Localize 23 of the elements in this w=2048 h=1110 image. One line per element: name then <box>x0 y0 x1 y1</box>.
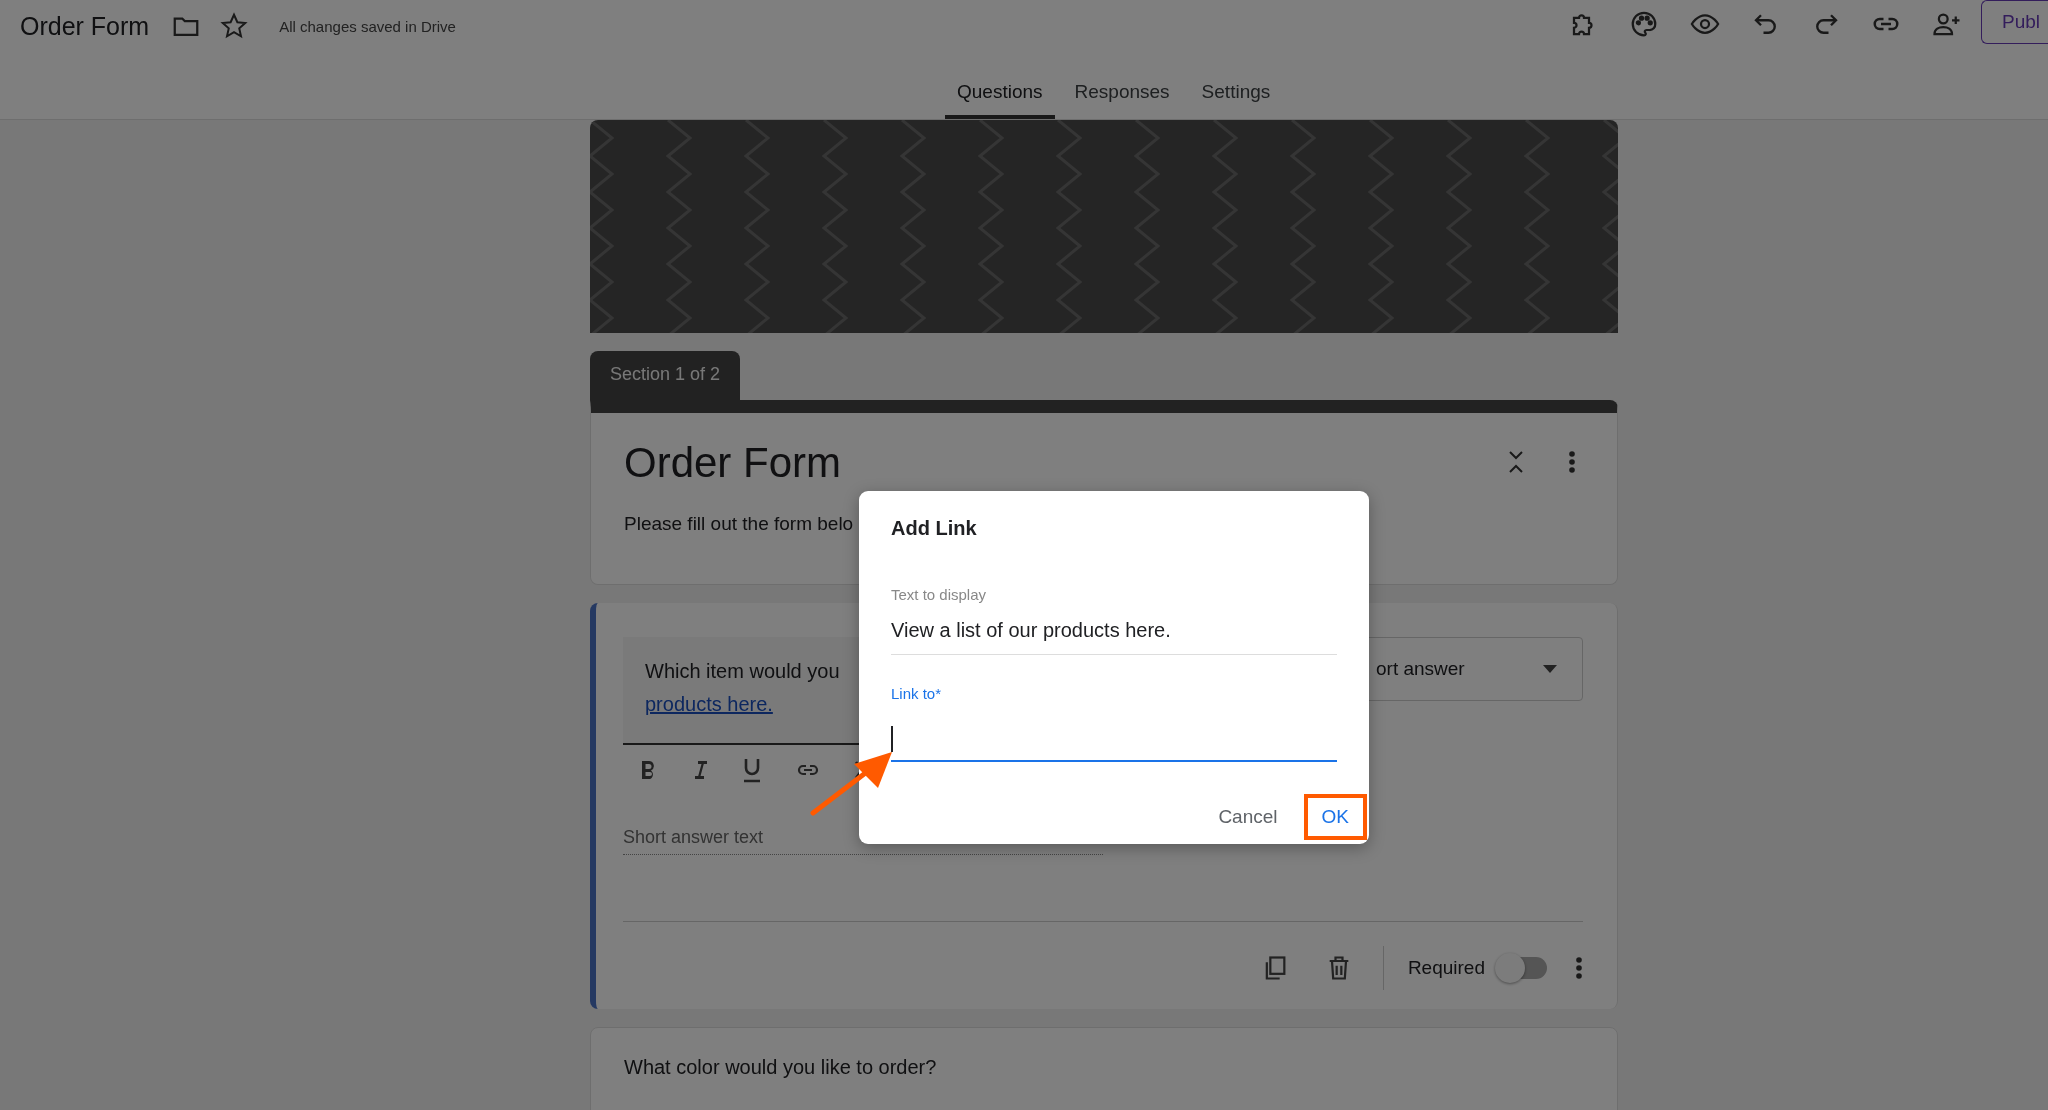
field-label: Link to* <box>891 685 943 702</box>
ok-button[interactable]: OK <box>1303 794 1367 840</box>
tab[interactable]: Responses <box>1062 81 1182 119</box>
star-icon[interactable] <box>219 11 250 41</box>
more-options-icon[interactable] <box>1575 955 1583 981</box>
form-title: Order Form <box>624 439 841 487</box>
dialog-title: Add Link <box>891 517 978 540</box>
form-description: Please fill out the form belo <box>624 513 855 535</box>
question-link[interactable]: products here. <box>645 693 773 715</box>
section-tab[interactable]: Section 1 of 2 <box>590 351 741 400</box>
text-cursor <box>891 726 893 752</box>
publish-button[interactable]: Publ <box>1980 0 2048 44</box>
question-text: Which item would you <box>645 659 841 684</box>
question-text: What color would you like to order? <box>624 1056 937 1078</box>
more-options-icon[interactable] <box>1568 449 1576 475</box>
display-text-field[interactable]: View a list of our products here. <box>891 619 1337 655</box>
field-label: Text to display <box>891 586 988 603</box>
underline-icon[interactable] <box>741 757 763 783</box>
caret-icon <box>1542 664 1558 674</box>
save-status: All changes saved in Drive <box>279 17 456 35</box>
required-label: Required <box>1407 957 1485 979</box>
tab[interactable]: Settings <box>1189 81 1283 119</box>
document-title: Order Form <box>20 11 150 41</box>
